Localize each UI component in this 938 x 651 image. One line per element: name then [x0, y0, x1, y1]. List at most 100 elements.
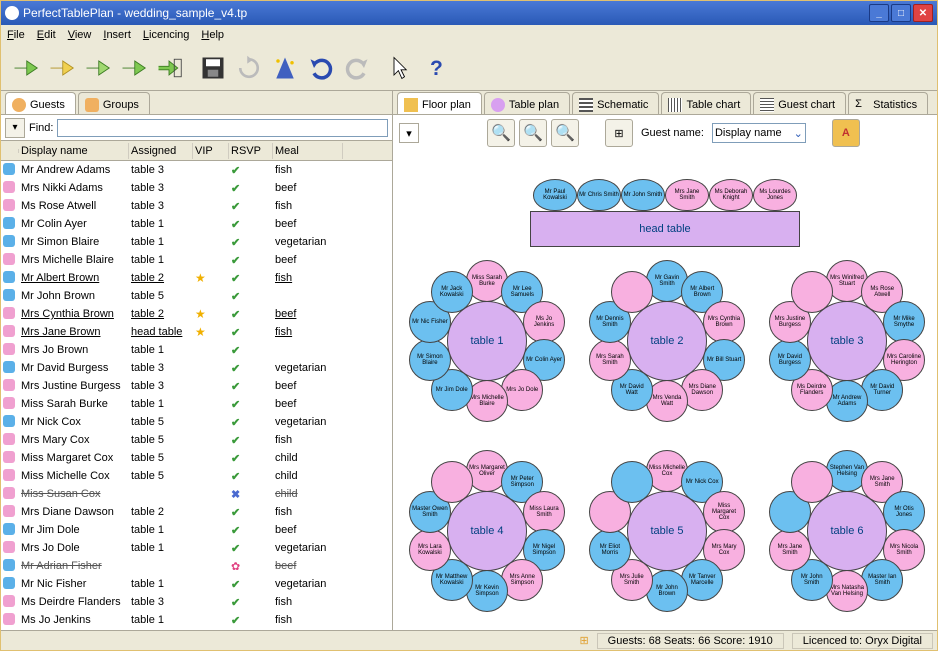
maximize-button[interactable]: □ [891, 4, 911, 22]
seat[interactable]: Mr Mike Smythe [883, 301, 925, 343]
redo-button[interactable] [341, 52, 373, 84]
help-button[interactable]: ? [421, 52, 453, 84]
guest-row[interactable]: Mr Andrew Adamstable 3✔fish [1, 161, 392, 179]
find-input[interactable] [57, 119, 388, 137]
guest-name-select[interactable]: Display name⌄ [712, 123, 806, 143]
seat[interactable] [611, 271, 653, 313]
round-table[interactable]: table 4Mrs Margaret OliverMr Peter Simps… [407, 451, 567, 611]
guest-row[interactable]: Miss Sarah Burketable 1✔beef [1, 395, 392, 413]
tab-guests[interactable]: Guests [5, 92, 76, 114]
seat[interactable]: Miss Laura Smith [523, 491, 565, 533]
guest-row[interactable]: Mrs Justine Burgesstable 3✔beef [1, 377, 392, 395]
tab-table-chart[interactable]: Table chart [661, 92, 751, 114]
wiz4-button[interactable] [117, 52, 149, 84]
floorplan-canvas-container[interactable]: Mr Paul KowalskiMr Chris SmithMr John Sm… [393, 151, 937, 630]
tab-statistics[interactable]: ΣStatistics [848, 92, 928, 114]
menu-file[interactable]: File [7, 29, 25, 41]
menu-edit[interactable]: Edit [37, 29, 56, 41]
guest-row[interactable]: Mr Adrian Fisher✿beef [1, 557, 392, 575]
col-name[interactable]: Display name [19, 143, 129, 159]
auto-assign-button[interactable] [269, 52, 301, 84]
guest-row[interactable]: Mrs Nikki Adamstable 3✔beef [1, 179, 392, 197]
seat[interactable]: Mrs Sarah Smith [589, 339, 631, 381]
guest-row[interactable]: Mrs Cynthia Browntable 2★✔beef [1, 305, 392, 323]
seat[interactable]: Mr John Smith [621, 179, 665, 211]
guest-row[interactable]: Mr Colin Ayertable 1✔beef [1, 215, 392, 233]
zoom-in-button[interactable]: 🔍 [519, 119, 547, 147]
refresh-button[interactable] [233, 52, 265, 84]
undo-button[interactable] [305, 52, 337, 84]
guest-row[interactable]: Miss Michelle Coxtable 5✔child [1, 467, 392, 485]
guest-row[interactable]: Mr Albert Browntable 2★✔fish [1, 269, 392, 287]
guest-row[interactable]: Ms Rose Atwelltable 3✔fish [1, 197, 392, 215]
menu-help[interactable]: Help [201, 29, 224, 41]
guest-row[interactable]: Mr Jim Doletable 1✔beef [1, 521, 392, 539]
guest-row[interactable]: Miss Susan Cox✖child [1, 485, 392, 503]
minimize-button[interactable]: _ [869, 4, 889, 22]
save-button[interactable] [197, 52, 229, 84]
tab-guest-chart[interactable]: Guest chart [753, 92, 846, 114]
guest-list[interactable]: Mr Andrew Adamstable 3✔fishMrs Nikki Ada… [1, 161, 392, 630]
tab-schematic[interactable]: Schematic [572, 92, 659, 114]
col-meal[interactable]: Meal [273, 143, 343, 159]
pointer-button[interactable] [385, 52, 417, 84]
col-rsvp[interactable]: RSVP [229, 143, 273, 159]
head-table[interactable]: Mr Paul KowalskiMr Chris SmithMr John Sm… [515, 179, 815, 247]
guest-row[interactable]: Ms Deirdre Flanderstable 3✔fish [1, 593, 392, 611]
guest-row[interactable]: Mrs Jo Browntable 1✔ [1, 341, 392, 359]
guest-row[interactable]: Mrs Diane Dawsontable 2✔fish [1, 503, 392, 521]
guest-row[interactable]: Mr Nick Coxtable 5✔vegetarian [1, 413, 392, 431]
guest-row[interactable]: Mrs Michelle Blairetable 1✔beef [1, 251, 392, 269]
guest-row[interactable]: Mr Nic Fishertable 1✔vegetarian [1, 575, 392, 593]
fp-dropdown-button[interactable]: ▾ [399, 123, 419, 143]
seat[interactable]: Mr David Burgess [769, 339, 811, 381]
tab-floor-plan[interactable]: Floor plan [397, 92, 482, 114]
guest-row[interactable]: Mr David Burgesstable 3✔vegetarian [1, 359, 392, 377]
seat[interactable]: Mrs Jane Smith [769, 529, 811, 571]
seat[interactable]: Miss Margaret Cox [703, 491, 745, 533]
seat[interactable] [611, 461, 653, 503]
tab-table-plan[interactable]: Table plan [484, 92, 570, 114]
menu-insert[interactable]: Insert [103, 29, 131, 41]
seat[interactable]: Mr Chris Smith [577, 179, 621, 211]
round-table[interactable]: table 6Stephen Van HelsingMrs Jane Smith… [767, 451, 927, 611]
guest-row[interactable]: Miss Margaret Coxtable 5✔child [1, 449, 392, 467]
wiz3-button[interactable] [81, 52, 113, 84]
round-table[interactable]: table 3Mrs Winifred StuartMs Rose Atwell… [767, 261, 927, 421]
menu-licencing[interactable]: Licencing [143, 29, 189, 41]
seat[interactable]: Mr Simon Blaire [409, 339, 451, 381]
seat[interactable] [791, 271, 833, 313]
dimensions-button[interactable]: ⊞ [605, 119, 633, 147]
seat[interactable] [431, 461, 473, 503]
round-table[interactable]: table 1Miss Sarah BurkeMr Lee SamuelsMs … [407, 261, 567, 421]
seat[interactable]: Ms Deborah Knight [709, 179, 753, 211]
seat[interactable]: Ms Lourdes Jones [753, 179, 797, 211]
wiz2-button[interactable] [45, 52, 77, 84]
guest-row[interactable]: Mr Simon Blairetable 1✔vegetarian [1, 233, 392, 251]
wiz1-button[interactable] [9, 52, 41, 84]
seat[interactable]: Mr Jack Kowalski [431, 271, 473, 313]
zoom-out-button[interactable]: 🔍 [551, 119, 579, 147]
wiz5-button[interactable] [153, 52, 185, 84]
text-style-button[interactable]: A [832, 119, 860, 147]
zoom-fit-button[interactable]: 🔍 [487, 119, 515, 147]
col-assigned[interactable]: Assigned [129, 143, 193, 159]
close-button[interactable]: ✕ [913, 4, 933, 22]
menu-view[interactable]: View [68, 29, 92, 41]
seat[interactable]: Ms Jo Jenkins [523, 301, 565, 343]
tab-groups[interactable]: Groups [78, 92, 150, 114]
seat[interactable]: Mr Eliot Morris [589, 529, 631, 571]
guest-row[interactable]: Mrs Mary Coxtable 5✔fish [1, 431, 392, 449]
seat[interactable]: Mrs Cynthia Brown [703, 301, 745, 343]
guest-row[interactable]: Mrs Jane Brownhead table★✔fish [1, 323, 392, 341]
seat[interactable] [791, 461, 833, 503]
seat[interactable]: Mr Otis Jones [883, 491, 925, 533]
guest-row[interactable]: Mrs Jo Doletable 1✔vegetarian [1, 539, 392, 557]
seat[interactable]: Mrs Jane Smith [665, 179, 709, 211]
guest-row[interactable]: Ms Jo Jenkinstable 1✔fish [1, 611, 392, 629]
guest-row[interactable]: Mr John Browntable 5✔ [1, 287, 392, 305]
round-table[interactable]: table 2Mr Gavin SmithMr Albert BrownMrs … [587, 261, 747, 421]
round-table[interactable]: table 5Miss Michelle CoxMr Nick CoxMiss … [587, 451, 747, 611]
find-dropdown-button[interactable]: ▾ [5, 118, 25, 138]
seat[interactable]: Mr Paul Kowalski [533, 179, 577, 211]
